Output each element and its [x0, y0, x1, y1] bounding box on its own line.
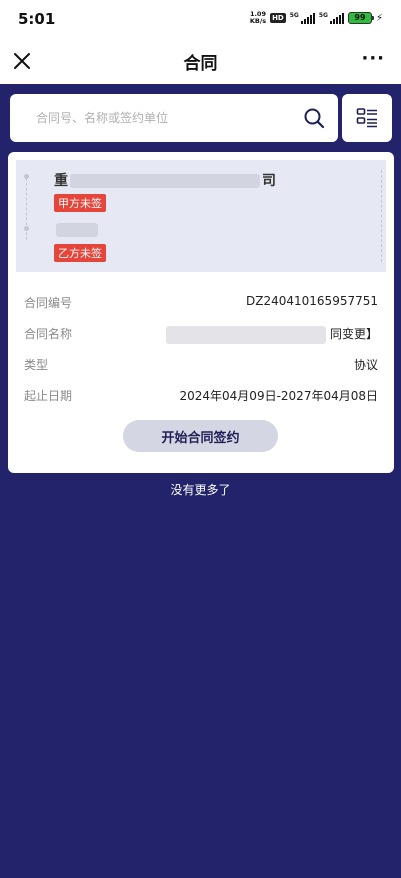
contract-type-row: 类型 协议 [24, 356, 378, 374]
contract-name-value: 同变更】 [165, 325, 378, 344]
status-time: 5:01 [18, 10, 56, 28]
search-input[interactable] [36, 94, 296, 142]
contract-card[interactable]: 重司 甲方未签 乙方未签 合同编号 DZ240410165957751 合同名称… [8, 152, 394, 473]
redacted-text [70, 174, 260, 188]
hd-icon: HD [270, 13, 286, 23]
list-filter-icon [356, 108, 377, 128]
contract-number-row: 合同编号 DZ240410165957751 [24, 294, 378, 312]
battery-icon: 99 [347, 12, 374, 24]
redacted-text [165, 325, 326, 344]
contract-period-value: 2024年04月09日-2027年04月08日 [179, 389, 379, 403]
party-a-name: 重司 [54, 173, 276, 189]
network-speed: 1.09 KB/s [249, 10, 267, 25]
list-end-text: 没有更多了 [170, 483, 231, 497]
more-menu-icon[interactable]: ··· [361, 48, 385, 69]
redacted-text [56, 223, 98, 237]
status-icons: 1.09 KB/s HD 5G 5G 99 ⚡ [250, 11, 383, 25]
field-label: 合同编号 [24, 296, 73, 310]
contract-name-row: 合同名称 同变更】 [24, 325, 378, 344]
signal-icon: 5G [319, 12, 344, 24]
timeline-dot [24, 226, 29, 231]
search-icon[interactable] [302, 106, 326, 130]
field-label: 合同名称 [24, 327, 73, 341]
field-label: 起止日期 [24, 389, 73, 403]
contract-type-value: 协议 [353, 358, 378, 372]
status-bar: 5:01 1.09 KB/s HD 5G 5G 99 ⚡ [0, 0, 401, 38]
search-bar [10, 94, 338, 142]
timeline-dot [24, 174, 29, 179]
filter-button[interactable] [342, 94, 392, 142]
contract-period-row: 起止日期 2024年04月09日-2027年04月08日 [24, 387, 378, 405]
parties-panel: 重司 甲方未签 乙方未签 [16, 160, 386, 276]
party-a-status-badge: 甲方未签 [54, 194, 106, 212]
field-label: 类型 [24, 358, 49, 372]
divider [381, 170, 382, 262]
party-b-status-badge: 乙方未签 [54, 244, 106, 262]
page-title: 合同 [183, 54, 218, 74]
start-signing-button[interactable]: 开始合同签约 [123, 420, 278, 452]
contract-number-value: DZ240410165957751 [246, 294, 378, 308]
signal-icon: 5G [290, 12, 315, 24]
nav-bar: 合同 ··· [0, 38, 401, 84]
party-b-name [54, 222, 100, 238]
charging-icon: ⚡ [375, 12, 383, 24]
